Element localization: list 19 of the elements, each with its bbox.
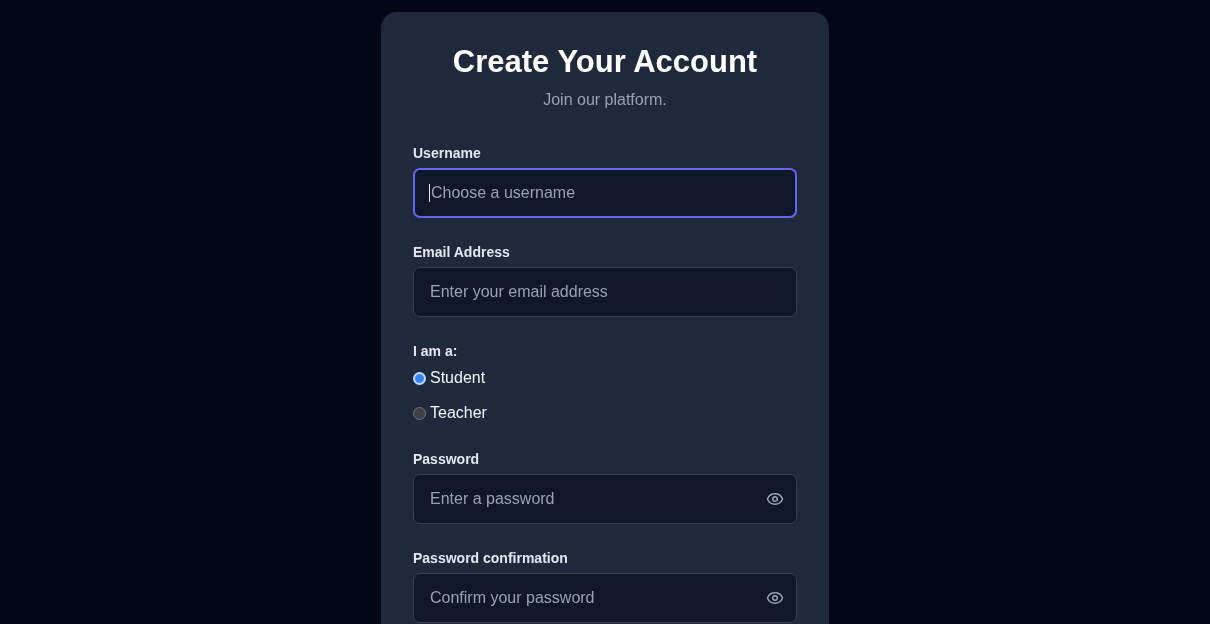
- show-password-button[interactable]: [766, 589, 784, 607]
- radio-label[interactable]: Student: [430, 366, 486, 390]
- text-cursor-icon: [429, 184, 430, 202]
- input-field[interactable]: Enter your email address: [413, 267, 797, 317]
- radio-label[interactable]: Teacher: [430, 401, 487, 425]
- field-label: Password confirmation: [413, 549, 568, 568]
- card-title: Create Your Account: [451, 44, 759, 80]
- show-password-button[interactable]: [766, 490, 784, 508]
- field-label: I am a:: [413, 342, 458, 361]
- field-label: Password: [413, 450, 480, 469]
- eye-icon: [766, 589, 784, 607]
- card-subtitle: Join our platform.: [542, 90, 668, 110]
- input-field[interactable]: Enter a password: [413, 474, 797, 524]
- eye-icon: [766, 490, 784, 508]
- radio-button[interactable]: [413, 406, 426, 420]
- field-label: Email Address: [413, 243, 510, 262]
- field-label: Username: [413, 144, 481, 163]
- input-field[interactable]: Confirm your password: [413, 573, 797, 623]
- input-field[interactable]: Choose a username: [413, 168, 797, 218]
